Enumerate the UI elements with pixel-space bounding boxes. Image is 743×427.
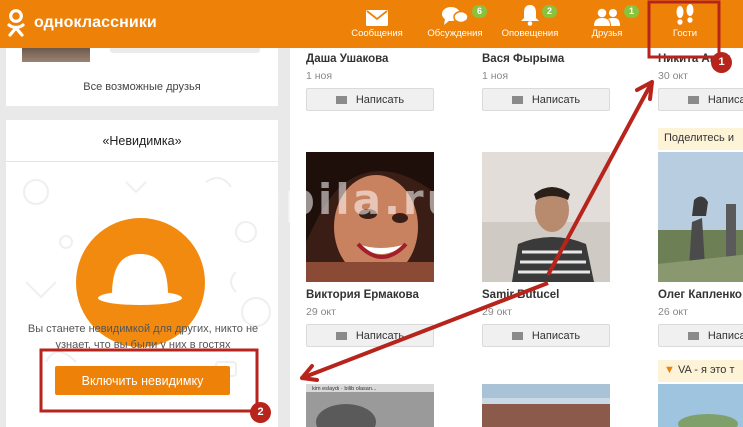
guest-date: 30 окт: [658, 70, 688, 82]
envelope-icon: [335, 331, 347, 340]
friends-badge: 1: [624, 5, 640, 18]
discussions-badge: 6: [472, 5, 488, 18]
write-message-button[interactable]: Написать: [482, 324, 610, 347]
friend-thumbnail[interactable]: [22, 48, 90, 62]
va-text: VA - я это т: [677, 364, 735, 376]
annotation-number: 1: [711, 52, 732, 73]
envelope-icon: [346, 0, 408, 28]
nav-friends[interactable]: Друзья 1: [578, 0, 640, 48]
guest-date: 1 ноя: [306, 70, 333, 82]
nav-label: Гости: [672, 28, 698, 39]
logo[interactable]: одноклассники: [6, 9, 157, 37]
nav-label: Оповещения: [501, 28, 559, 39]
guest-photo[interactable]: [482, 152, 610, 282]
invisible-description: Вы станете невидимкой для других, никто …: [27, 323, 259, 351]
guest-photo[interactable]: [658, 384, 743, 427]
button-label: Написать: [707, 93, 743, 106]
nav-guests[interactable]: Гости: [654, 0, 716, 48]
button-label: Написать: [355, 329, 405, 342]
guest-date: 29 окт: [482, 306, 512, 318]
write-message-button[interactable]: Написать: [658, 88, 743, 111]
footprints-icon: [654, 0, 716, 28]
guest-date: 29 окт: [306, 306, 336, 318]
envelope-icon: [511, 331, 523, 340]
enable-invisible-button[interactable]: Включить невидимку: [55, 366, 230, 395]
write-message-button[interactable]: Написать: [658, 324, 743, 347]
write-message-button[interactable]: Написать: [306, 88, 434, 111]
share-banner[interactable]: Поделитесь и: [658, 128, 743, 150]
guest-photo[interactable]: [658, 152, 743, 282]
nav-messages[interactable]: Сообщения: [346, 0, 408, 48]
guest-name[interactable]: Samir Butucel: [482, 289, 559, 301]
nav-discussions[interactable]: Обсуждения 6: [422, 0, 488, 48]
nav-label: Сообщения: [351, 28, 403, 39]
ok-logo-icon: [6, 9, 28, 37]
write-message-button[interactable]: Написать: [306, 324, 434, 347]
invisible-title: «Невидимка»: [102, 134, 182, 148]
guest-photo[interactable]: [306, 152, 434, 282]
top-bar: одноклассники Сообщения Обсуждения 6 Опо…: [0, 0, 743, 48]
guest-photo[interactable]: kim eslaydı · bilib olasan...: [306, 384, 434, 427]
guests-grid: Даша Ушакова 1 ноя Написать Вася Фырыма …: [290, 48, 743, 427]
card-bar: [110, 48, 260, 53]
button-label: Написать: [707, 329, 743, 342]
guest-date: 1 ноя: [482, 70, 509, 82]
annotation-number: 2: [250, 402, 271, 423]
nav-label: Друзья: [591, 28, 623, 39]
invisible-promo-card: «Невидимка» Вы станете невидимкой для др…: [6, 120, 278, 427]
left-column: Все возможные друзья «Невидимка» Вы стан…: [0, 48, 286, 427]
guest-name[interactable]: Олег Капленко: [658, 289, 742, 301]
envelope-icon: [335, 95, 347, 104]
nav-label: Обсуждения: [427, 28, 483, 39]
guest-photo[interactable]: [482, 384, 610, 427]
pin-icon: ▼: [664, 364, 678, 376]
nav-notifications[interactable]: Оповещения 2: [498, 0, 562, 48]
envelope-icon: [511, 95, 523, 104]
possible-friends-card: Все возможные друзья: [6, 48, 278, 106]
guest-date: 26 окт: [658, 306, 688, 318]
logo-text: одноклассники: [34, 14, 157, 31]
va-banner[interactable]: ▼ VA - я это т: [658, 360, 743, 382]
button-label: Написать: [531, 329, 581, 342]
button-label: Написать: [531, 93, 581, 106]
divider: [6, 161, 278, 162]
notifications-badge: 2: [542, 5, 558, 18]
guest-name[interactable]: Вася Фырыма: [482, 53, 564, 65]
write-message-button[interactable]: Написать: [482, 88, 610, 111]
envelope-icon: [687, 331, 699, 340]
all-friends-link[interactable]: Все возможные друзья: [6, 81, 278, 93]
envelope-icon: [687, 95, 699, 104]
guest-name[interactable]: Виктория Ермакова: [306, 289, 419, 301]
guest-name[interactable]: Даша Ушакова: [306, 53, 388, 65]
button-label: Написать: [355, 93, 405, 106]
